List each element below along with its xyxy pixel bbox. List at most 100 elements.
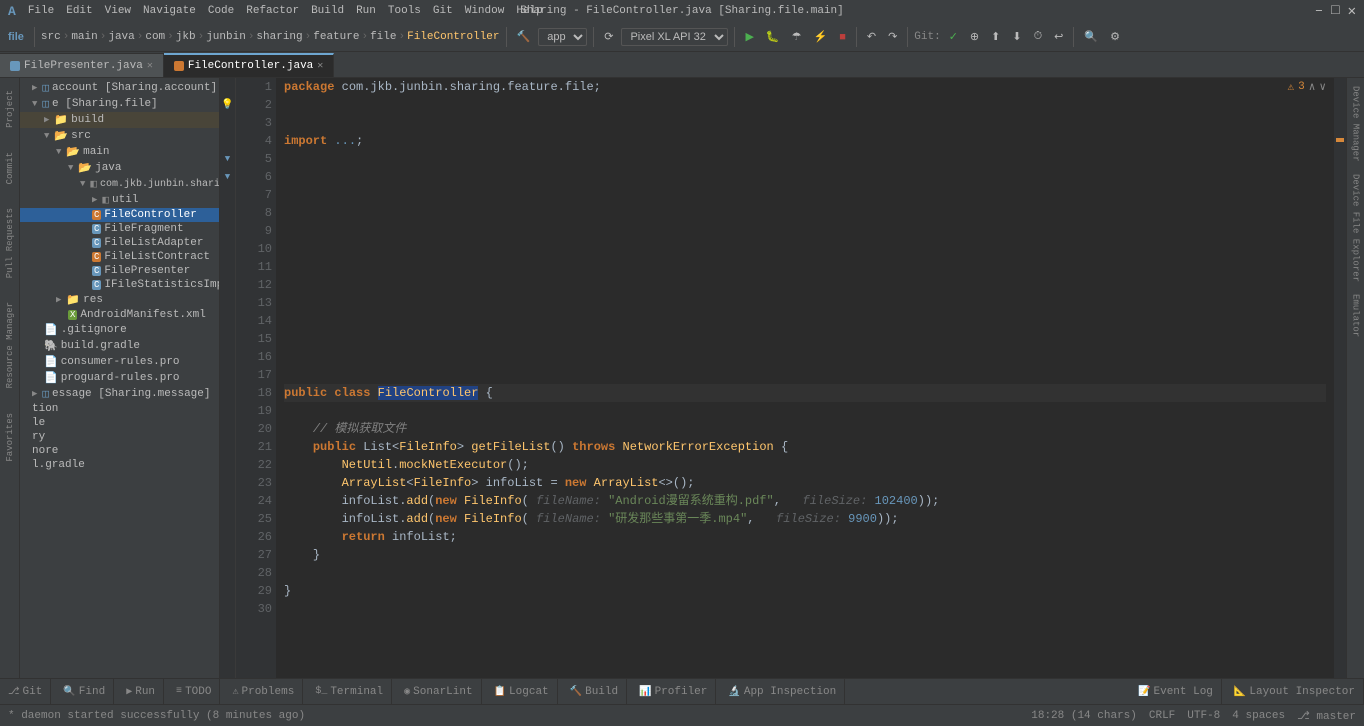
git-push-button[interactable]: ⬆ — [987, 28, 1004, 45]
tree-item-tion[interactable]: tion — [20, 402, 219, 416]
tree-item-res[interactable]: ▶ 📁 res — [20, 292, 219, 308]
bottom-tab-appinspection[interactable]: 🔬 App Inspection — [720, 679, 845, 705]
menu-navigate[interactable]: Navigate — [143, 5, 196, 17]
device-manager-label[interactable]: Device Manager — [1349, 82, 1363, 166]
bottom-tab-eventlog[interactable]: 📝 Event Log — [1130, 679, 1222, 705]
fold-arrow-icon[interactable]: ▼ — [225, 154, 230, 164]
close-button[interactable]: ✕ — [1348, 3, 1356, 20]
code-content[interactable]: package com.jkb.junbin.sharing.feature.f… — [276, 78, 1334, 678]
breadcrumb-junbin[interactable]: junbin — [206, 31, 246, 43]
menu-git[interactable]: Git — [433, 5, 453, 17]
tree-item-filepresenter[interactable]: C FilePresenter — [20, 264, 219, 278]
tree-item-filelistadapter[interactable]: C FileListAdapter — [20, 236, 219, 250]
bottom-tab-run[interactable]: ▶ Run — [118, 679, 164, 705]
fold-end-icon[interactable]: ▼ — [225, 172, 230, 182]
bottom-tab-logcat[interactable]: 📋 Logcat — [486, 679, 558, 705]
bottom-tab-find[interactable]: 🔍 Find — [55, 679, 114, 705]
search-everywhere-button[interactable]: 🔍 — [1080, 28, 1102, 45]
bottom-tab-git[interactable]: ⎇ Git — [0, 679, 51, 705]
breadcrumb-main[interactable]: main — [71, 31, 97, 43]
bottom-tab-problems[interactable]: ⚠ Problems — [224, 679, 303, 705]
maximize-button[interactable]: □ — [1331, 3, 1339, 20]
git-revert-button[interactable]: ↩ — [1050, 28, 1067, 45]
breadcrumb-jkb[interactable]: jkb — [176, 31, 196, 43]
forward-button[interactable]: ↷ — [884, 28, 901, 45]
warning-up-arrow[interactable]: ∧ — [1309, 80, 1316, 94]
tree-item-package[interactable]: ▼ ◧ com.jkb.junbin.shari... — [20, 176, 219, 192]
tree-item-java[interactable]: ▼ 📂 java — [20, 160, 219, 176]
breadcrumb-com[interactable]: com — [145, 31, 165, 43]
run-button[interactable]: ▶ — [741, 28, 757, 45]
tab-filepresenter[interactable]: FilePresenter.java ✕ — [0, 53, 164, 77]
status-line-ending[interactable]: CRLF — [1149, 710, 1175, 722]
breadcrumb-java[interactable]: java — [108, 31, 134, 43]
status-branch[interactable]: ⎇ master — [1297, 709, 1356, 723]
status-position[interactable]: 18:28 (14 chars) — [1031, 710, 1137, 722]
profile-button[interactable]: ⚡ — [809, 28, 831, 45]
menu-file[interactable]: File — [28, 5, 54, 17]
tree-item-nore[interactable]: nore — [20, 444, 219, 458]
bottom-tab-terminal[interactable]: $_ Terminal — [307, 679, 392, 705]
lightbulb-icon[interactable]: 💡 — [221, 99, 233, 111]
tree-item-ry[interactable]: ry — [20, 430, 219, 444]
breadcrumb-file[interactable]: file — [370, 31, 396, 43]
tab-filecontroller[interactable]: FileController.java ✕ — [164, 53, 334, 77]
pull-requests-label[interactable]: Pull Requests — [3, 200, 17, 286]
menu-tools[interactable]: Tools — [388, 5, 421, 17]
sync-button[interactable]: ⟳ — [600, 28, 617, 45]
bottom-tab-todo[interactable]: ≡ TODO — [168, 679, 220, 705]
breadcrumb-filecontroller[interactable]: FileController — [407, 31, 499, 43]
menu-window[interactable]: Window — [465, 5, 505, 17]
warning-down-arrow[interactable]: ∨ — [1319, 80, 1326, 94]
menu-refactor[interactable]: Refactor — [246, 5, 299, 17]
git-merge-button[interactable]: ⊕ — [966, 28, 983, 45]
tree-item-filecontroller[interactable]: C FileController — [20, 208, 219, 222]
tree-item-filefragment[interactable]: C FileFragment — [20, 222, 219, 236]
minimize-button[interactable]: – — [1315, 3, 1323, 20]
tree-item-src[interactable]: ▼ 📂 src — [20, 128, 219, 144]
hammer-button[interactable]: 🔨 — [513, 28, 535, 45]
tab-filecontroller-close[interactable]: ✕ — [317, 60, 323, 72]
status-indent[interactable]: 4 spaces — [1232, 710, 1285, 722]
device-combo[interactable]: Pixel XL API 32 — [621, 28, 728, 46]
project-button[interactable]: file — [4, 29, 28, 45]
menu-build[interactable]: Build — [311, 5, 344, 17]
resource-manager-label[interactable]: Resource Manager — [3, 294, 17, 396]
breadcrumb-feature[interactable]: feature — [313, 31, 359, 43]
breadcrumb-sharing[interactable]: sharing — [256, 31, 302, 43]
tree-item-account[interactable]: ▶ ◫ account [Sharing.account] — [20, 80, 219, 96]
tree-item-message-module[interactable]: ▶ ◫ essage [Sharing.message] — [20, 386, 219, 402]
tree-item-file-module[interactable]: ▼ ◫ e [Sharing.file] — [20, 96, 219, 112]
commit-panel-label[interactable]: Commit — [3, 144, 17, 192]
bottom-tab-sonarlint[interactable]: ◉ SonarLint — [396, 679, 481, 705]
coverage-button[interactable]: ☂ — [788, 28, 806, 45]
tree-item-gitignore[interactable]: 📄 .gitignore — [20, 322, 219, 338]
settings-button[interactable]: ⚙ — [1106, 28, 1124, 45]
project-panel-label[interactable]: Project — [3, 82, 17, 136]
tree-item-le[interactable]: le — [20, 416, 219, 430]
git-fetch-button[interactable]: ⬇ — [1008, 28, 1025, 45]
device-file-explorer-label[interactable]: Device File Explorer — [1349, 170, 1363, 286]
warning-indicator[interactable]: ⚠ 3 ∧ ∨ — [1288, 80, 1326, 94]
tree-item-androidmanifest[interactable]: X AndroidManifest.xml — [20, 308, 219, 322]
menu-run[interactable]: Run — [356, 5, 376, 17]
favorites-label[interactable]: Favorites — [3, 405, 17, 470]
tree-item-util[interactable]: ▶ ◧ util — [20, 192, 219, 208]
tree-item-filelistcontract[interactable]: C FileListContract — [20, 250, 219, 264]
breadcrumb-src[interactable]: src — [41, 31, 61, 43]
menu-view[interactable]: View — [105, 5, 131, 17]
bottom-tab-profiler[interactable]: 📊 Profiler — [631, 679, 716, 705]
tree-item-proguard[interactable]: 📄 proguard-rules.pro — [20, 370, 219, 386]
tree-item-buildgradle[interactable]: 🐘 build.gradle — [20, 338, 219, 354]
tree-item-build[interactable]: ▶ 📁 build — [20, 112, 219, 128]
menu-edit[interactable]: Edit — [66, 5, 92, 17]
warning-marker-1[interactable] — [1336, 138, 1344, 142]
tree-item-ifilestatistics[interactable]: C IFileStatisticsImp — [20, 278, 219, 292]
tab-filepresenter-close[interactable]: ✕ — [147, 60, 153, 72]
bottom-tab-build[interactable]: 🔨 Build — [562, 679, 627, 705]
tree-item-lgradle[interactable]: l.gradle — [20, 458, 219, 472]
stop-button[interactable]: ■ — [835, 29, 850, 45]
tree-item-consumer-rules[interactable]: 📄 consumer-rules.pro — [20, 354, 219, 370]
debug-button[interactable]: 🐛 — [762, 28, 784, 45]
tree-item-main[interactable]: ▼ 📂 main — [20, 144, 219, 160]
